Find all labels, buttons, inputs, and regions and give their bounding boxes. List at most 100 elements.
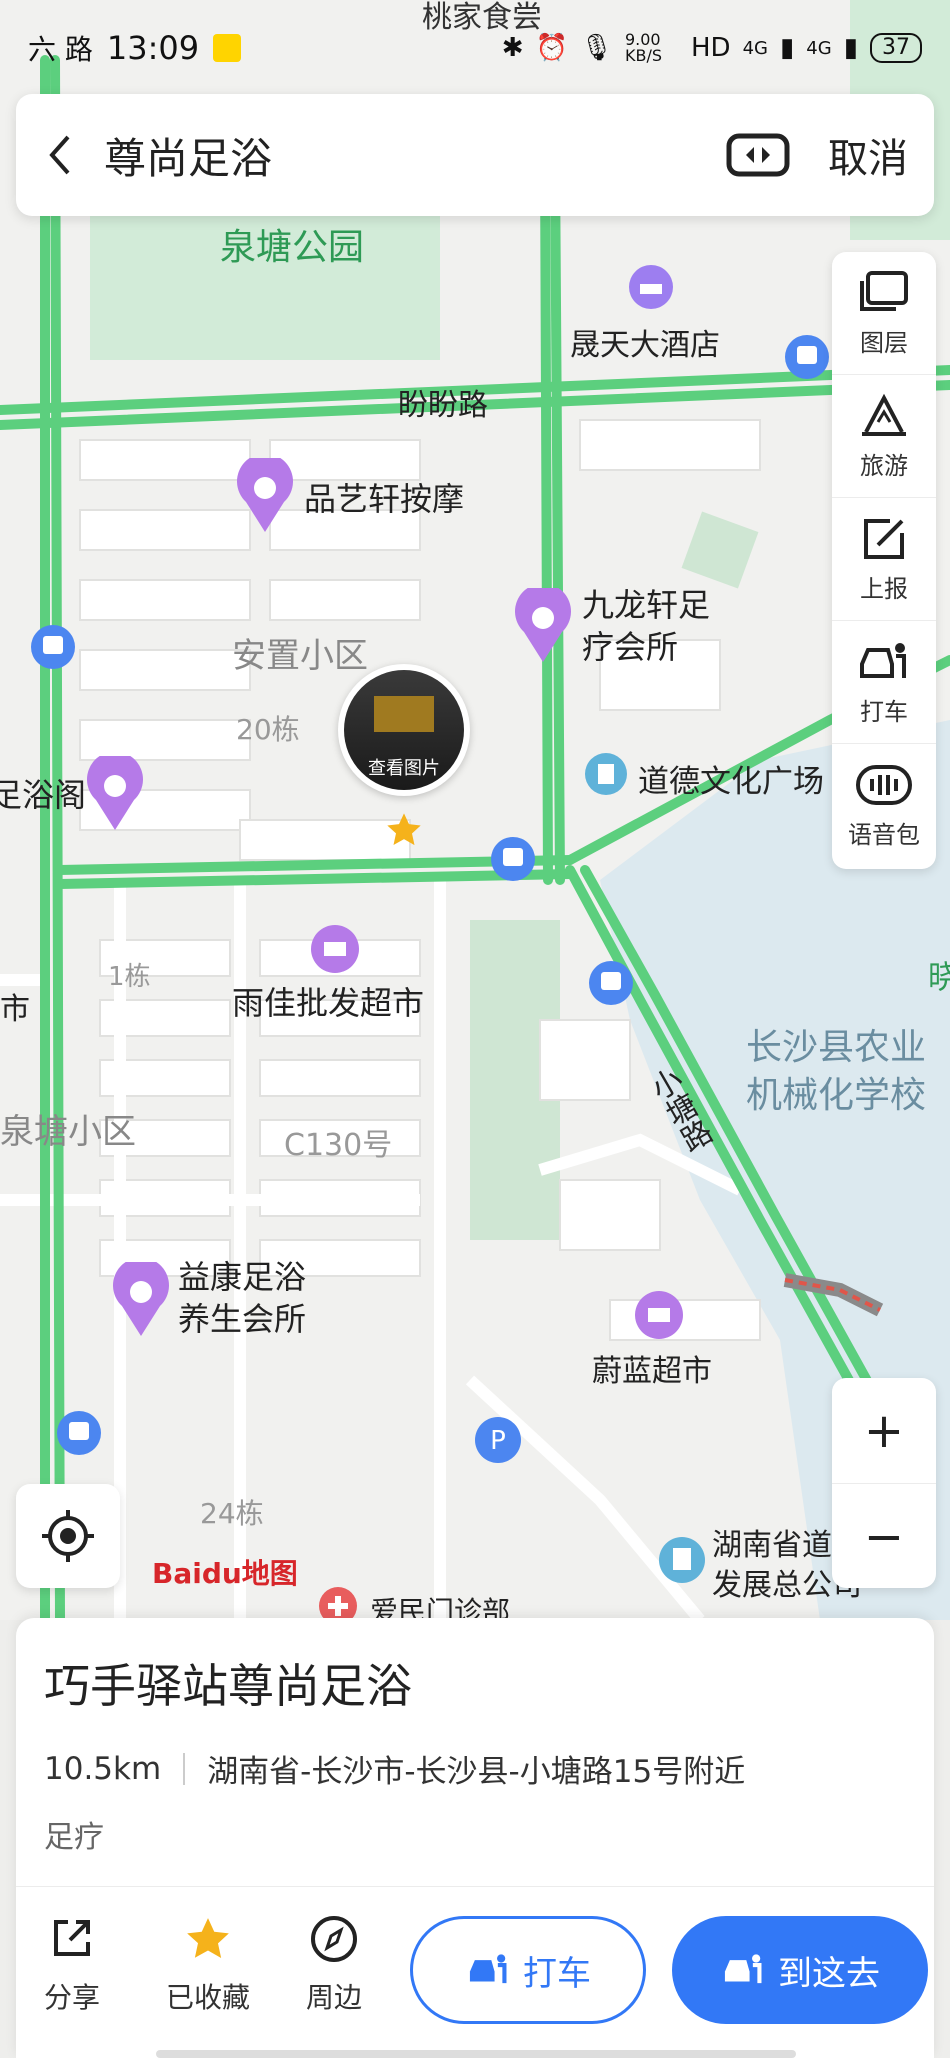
- map-label-school[interactable]: 长沙县农业 机械化学校: [746, 1024, 926, 1120]
- bus-stop-icon[interactable]: [784, 334, 830, 380]
- star-filled-icon: [187, 1918, 229, 1958]
- tool-report[interactable]: 上报: [832, 498, 936, 621]
- signal-icon: ▮: [843, 33, 858, 63]
- bus-stop-icon[interactable]: [490, 836, 536, 882]
- tool-voice-pack[interactable]: 语音包: [832, 744, 936, 866]
- poi-meta: 10.5km 湖南省-长沙市-长沙县-小塘路15号附近: [44, 1746, 745, 1791]
- travel-icon: [862, 393, 906, 436]
- nearby-label: 周边: [306, 1981, 363, 2014]
- selected-star-icon[interactable]: [384, 810, 424, 850]
- map-label-school-line2: 机械化学校: [746, 1075, 927, 1116]
- navigate-here-label: 到这去: [778, 1953, 880, 1994]
- taxi-button[interactable]: 打车: [410, 1916, 646, 2024]
- back-arrow-icon[interactable]: [42, 131, 78, 179]
- poi-address: 湖南省-长沙市-长沙县-小塘路15号附近: [207, 1754, 746, 1790]
- taxi-icon: [469, 1954, 507, 1984]
- poi-pin-icon[interactable]: [110, 1262, 172, 1338]
- nearby-button[interactable]: 周边: [306, 1914, 362, 2016]
- hotel-icon[interactable]: [628, 264, 674, 310]
- photo-view-label: 查看图片: [368, 758, 440, 779]
- map-label-c130: C130号: [284, 1128, 393, 1163]
- map-label-panpan-road: 盼盼路: [398, 388, 488, 423]
- map-label-bldg20: 20栋: [236, 713, 300, 746]
- bus-stop-icon[interactable]: [56, 1410, 102, 1456]
- poi-pin-icon[interactable]: [234, 458, 296, 534]
- map-label-jiulongxuan-line1: 九龙轩足: [582, 586, 711, 624]
- search-query[interactable]: 尊尚足浴: [104, 125, 726, 186]
- mic-icon: 🎙: [579, 33, 613, 63]
- zoom-in-button[interactable]: +: [832, 1378, 936, 1484]
- map-label-quantang-park[interactable]: 泉塘公园: [220, 218, 364, 270]
- supermarket-icon[interactable]: [634, 1290, 684, 1340]
- landmark-icon[interactable]: [584, 752, 628, 796]
- signal-label: 4G: [742, 37, 768, 59]
- network-speed: 9.00 KB/S: [624, 30, 662, 65]
- zoom-control: + −: [832, 1378, 936, 1588]
- tool-voice-pack-label: 语音包: [848, 820, 920, 849]
- poi-name: 巧手驿站尊尚足浴: [44, 1659, 412, 1713]
- map-label-school-line1: 长沙县农业: [746, 1027, 927, 1068]
- tool-travel[interactable]: 旅游: [832, 375, 936, 498]
- map-label-jiulongxuan[interactable]: 九龙轩足 疗会所: [582, 584, 710, 668]
- favorite-button[interactable]: 已收藏: [166, 1914, 250, 2016]
- alarm-icon: ⏰: [535, 33, 568, 63]
- navigate-here-button[interactable]: 到这去: [672, 1916, 928, 2024]
- zoom-out-button[interactable]: −: [832, 1484, 936, 1589]
- baidu-logo: Baidu地图: [152, 1557, 298, 1590]
- map-side-toolbar: 图层 旅游 上报 打车 语音包: [832, 252, 936, 869]
- cancel-button[interactable]: 取消: [828, 126, 908, 184]
- map-label-left-shi: 市: [0, 992, 30, 1027]
- poi-detail-card[interactable]: 巧手驿站尊尚足浴 10.5km 湖南省-长沙市-长沙县-小塘路15号附近 足疗 …: [16, 1618, 934, 2058]
- status-bar: 六 路 13:09 ✱ ⏰ 🎙 9.00 KB/S HD 4G ▮ 4G ▮ 3…: [0, 0, 950, 96]
- svg-text:P: P: [490, 1426, 506, 1456]
- poi-photo-bubble[interactable]: 查看图片: [338, 664, 470, 796]
- search-bar[interactable]: 尊尚足浴 取消: [16, 94, 934, 216]
- taxi-icon: [724, 1954, 762, 1984]
- bluetooth-icon: ✱: [501, 33, 524, 63]
- map-label-left-yuge: 足浴阁: [0, 776, 87, 814]
- tool-layers-label: 图层: [860, 328, 908, 357]
- favorite-label: 已收藏: [166, 1981, 251, 2014]
- locate-button[interactable]: [16, 1484, 120, 1588]
- meta-divider: [183, 1752, 186, 1785]
- share-button[interactable]: 分享: [44, 1914, 100, 2016]
- supermarket-icon[interactable]: [310, 924, 360, 974]
- bus-stop-icon[interactable]: [30, 624, 76, 670]
- map-label-shengtian-hotel[interactable]: 晟天大酒店: [570, 320, 720, 364]
- tool-report-label: 上报: [860, 574, 908, 603]
- poi-pin-icon[interactable]: [84, 756, 146, 832]
- signal-label-2: 4G: [806, 37, 832, 59]
- tool-taxi[interactable]: 打车: [832, 621, 936, 744]
- signal-icon: ▮: [779, 33, 795, 63]
- bus-stop-icon[interactable]: [588, 960, 634, 1006]
- card-divider: [16, 1886, 934, 1887]
- map-label-yikang-line2: 养生会所: [178, 1300, 307, 1338]
- parking-icon[interactable]: P: [474, 1416, 522, 1464]
- tool-layers[interactable]: 图层: [832, 252, 936, 375]
- tool-travel-label: 旅游: [860, 451, 908, 480]
- tool-taxi-label: 打车: [860, 697, 908, 726]
- report-icon: [864, 518, 904, 559]
- map-label-bldg1: 1栋: [108, 962, 151, 992]
- status-left-text: 六 路: [28, 33, 93, 66]
- map-label-right-xiao: 晓: [928, 958, 950, 996]
- taxi-label: 打车: [523, 1953, 591, 1994]
- poi-pin-icon[interactable]: [512, 588, 574, 664]
- map-label-yujia[interactable]: 雨佳批发超市: [232, 978, 424, 1024]
- map-label-pinyixuan[interactable]: 品艺轩按摩: [304, 474, 464, 520]
- taxi-icon: [860, 642, 906, 678]
- map-label-weilan[interactable]: 蔚蓝超市: [592, 1346, 712, 1390]
- map-label-jiulongxuan-line2: 疗会所: [582, 628, 679, 666]
- map-label-anzhi: 安置小区: [232, 636, 368, 676]
- map-label-daode[interactable]: 道德文化广场: [638, 756, 824, 801]
- map-label-yikang-line1: 益康足浴: [178, 1258, 307, 1296]
- ar-view-icon[interactable]: [726, 131, 790, 179]
- poi-category: 足疗: [44, 1820, 104, 1855]
- map-label-quantang-xq: 泉塘小区: [0, 1112, 136, 1152]
- share-label: 分享: [44, 1981, 101, 2014]
- home-indicator: [156, 2050, 796, 2058]
- map-label-yikang[interactable]: 益康足浴 养生会所: [178, 1256, 306, 1340]
- poi-distance: 10.5km: [44, 1750, 162, 1787]
- landmark-icon[interactable]: [658, 1536, 706, 1584]
- compass-icon: [311, 1916, 357, 1962]
